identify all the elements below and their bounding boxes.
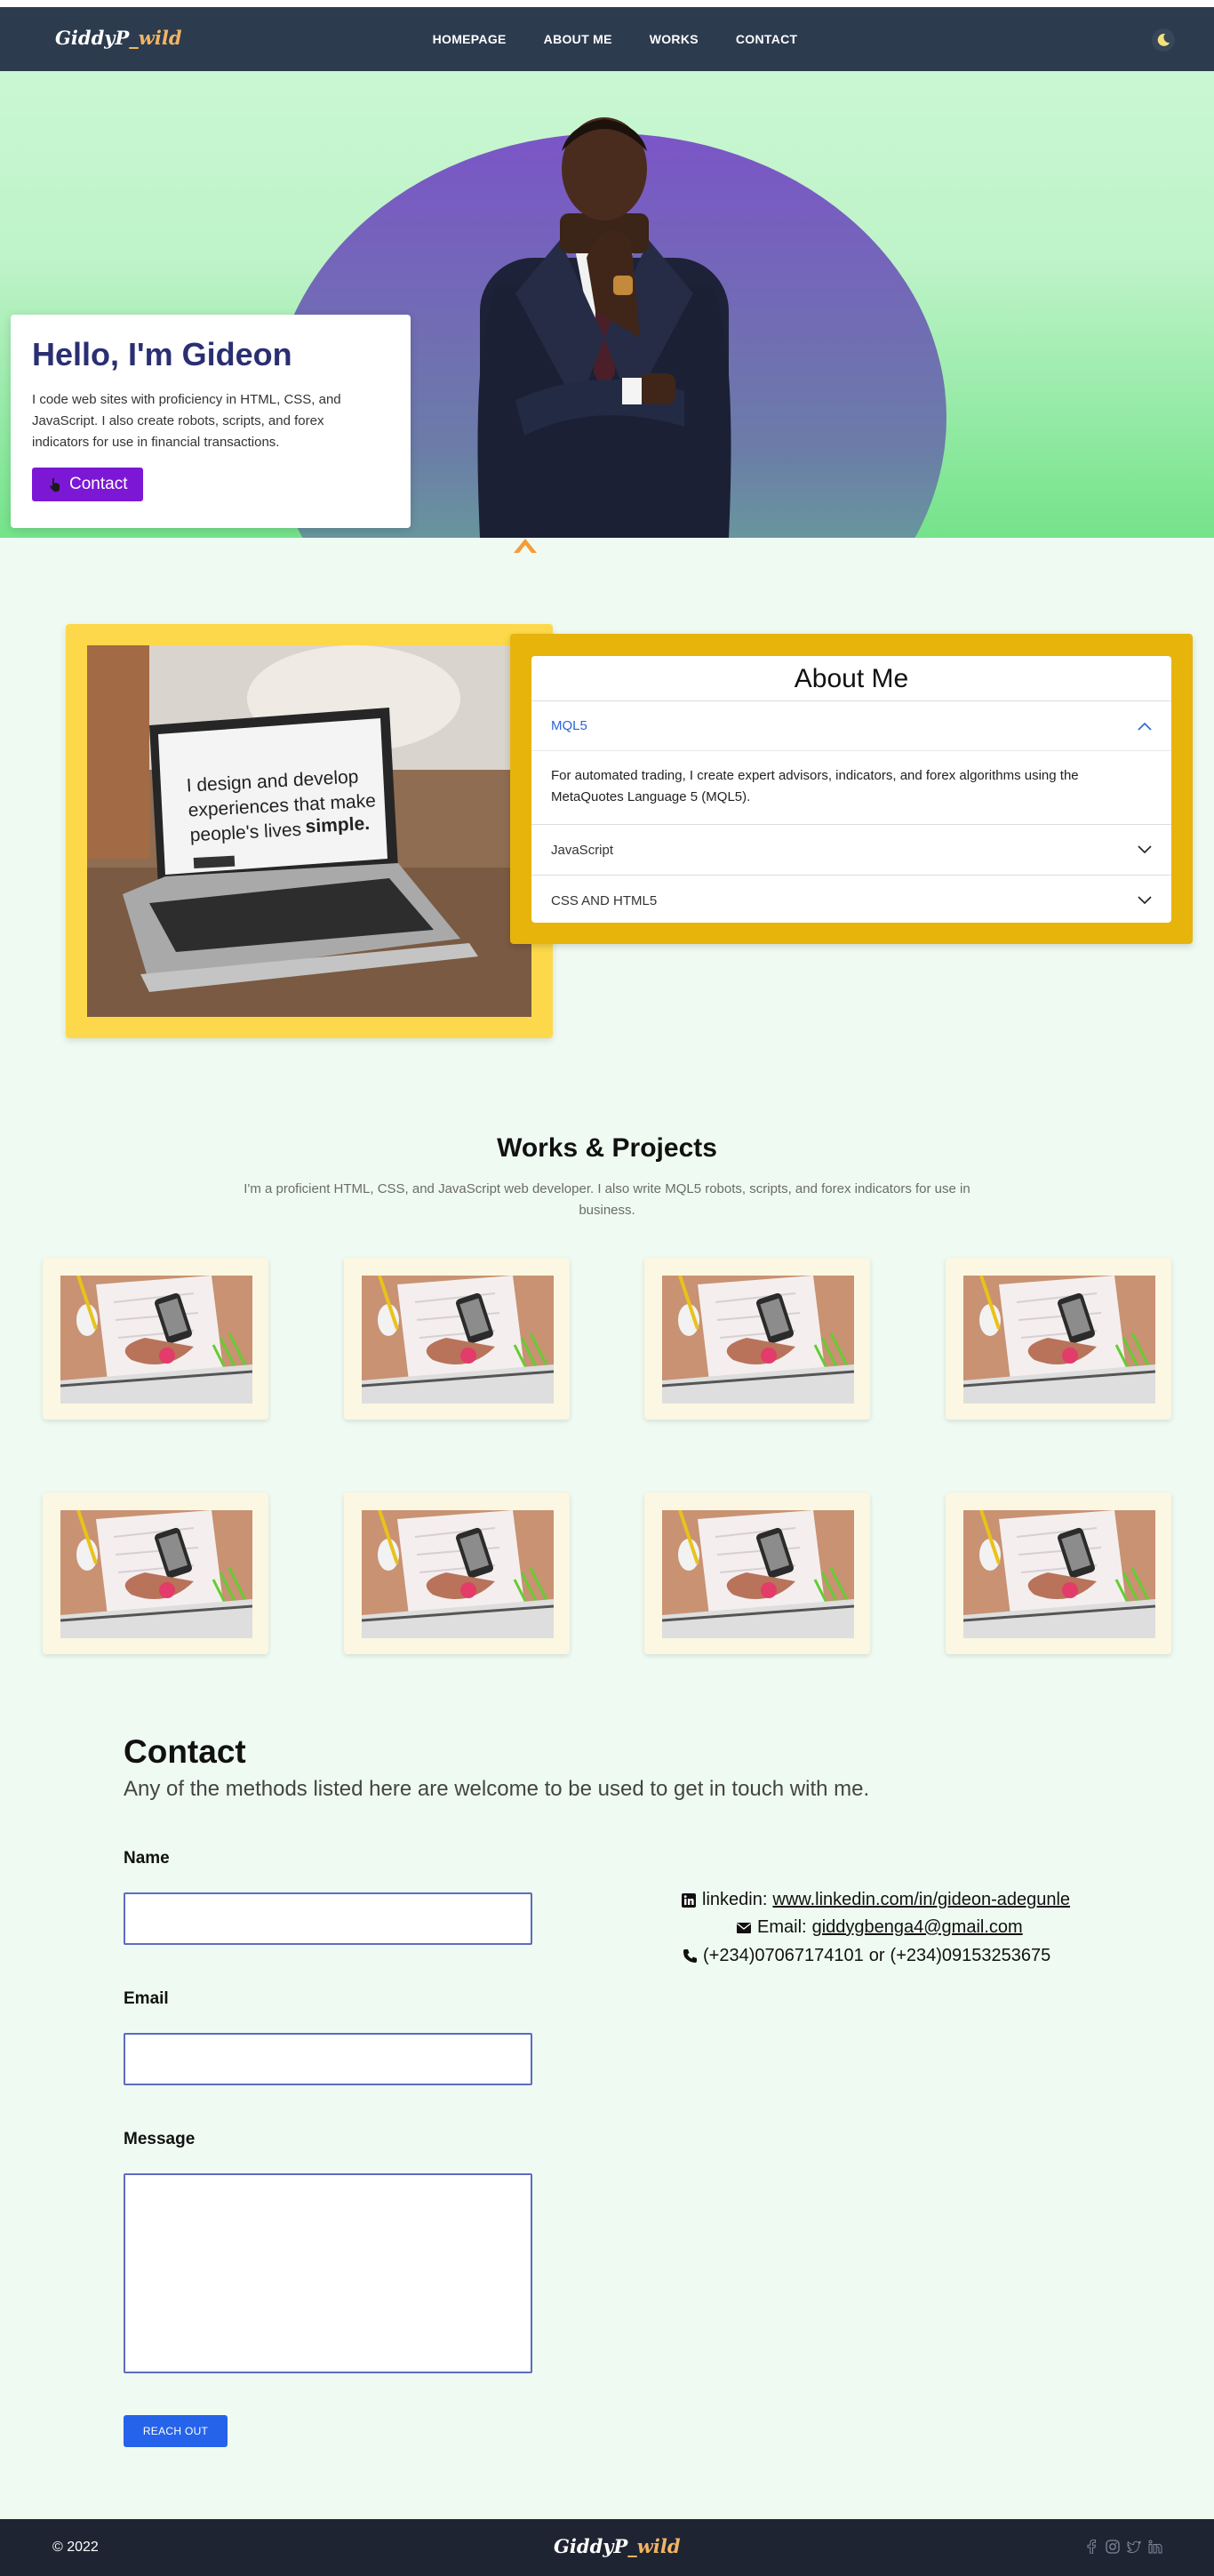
accordion-header-css-html5[interactable]: CSS AND HTML5 [531, 876, 1171, 923]
linkedin-label: linkedin: [702, 1890, 768, 1909]
hero-portrait-image [477, 117, 731, 538]
copyright-text: © 2022 [52, 2540, 99, 2555]
navbar: GiddyP_wild HOMEPAGE ABOUT ME WORKS CONT… [0, 7, 1214, 71]
email-info: Email: giddygbenga4@gmail.com [736, 1917, 1023, 1938]
work-thumbnail-image [362, 1510, 554, 1638]
email-label: Email [124, 1989, 169, 2008]
facebook-icon[interactable] [1084, 2539, 1098, 2555]
work-thumbnail-image [963, 1510, 1155, 1638]
top-strip [0, 0, 1214, 7]
reach-out-button[interactable]: REACH OUT [124, 2415, 228, 2447]
work-thumbnail-image [963, 1276, 1155, 1404]
accordion-item-css-html5: CSS AND HTML5 [531, 875, 1171, 923]
hero-title: Hello, I'm Gideon [32, 336, 292, 372]
chevron-down-icon [1138, 896, 1152, 905]
work-card[interactable] [344, 1258, 570, 1420]
work-card[interactable] [644, 1492, 870, 1654]
about-title: About Me [794, 664, 909, 693]
footer-logo[interactable]: GiddyP_wild [554, 2535, 681, 2557]
about-panel: About Me MQL5 For automated trading, I c… [531, 656, 1171, 923]
chevron-down-icon [1138, 845, 1152, 854]
accordion-label-mql5: MQL5 [551, 718, 587, 733]
work-thumbnail-image [662, 1276, 854, 1404]
nav-link-contact[interactable]: CONTACT [736, 32, 798, 46]
hand-icon [50, 478, 60, 492]
work-card[interactable] [43, 1258, 268, 1420]
message-label: Message [124, 2130, 196, 2148]
work-thumbnail-image [662, 1510, 854, 1638]
hero-section: Hello, I'm Gideon I code web sites with … [0, 71, 1214, 538]
mail-icon [737, 1922, 751, 1933]
linkedin-icon [682, 1892, 696, 1908]
email-input[interactable] [124, 2033, 532, 2085]
footer-logo-text: GiddyP [554, 2535, 628, 2557]
email-text-label: Email: [757, 1917, 807, 1937]
laptop-photo: I design and develop experiences that ma… [87, 645, 531, 1017]
accordion-item-mql5: MQL5 For automated trading, I create exp… [531, 700, 1171, 824]
about-accordion-frame: About Me MQL5 For automated trading, I c… [510, 634, 1193, 944]
email-link[interactable]: giddygbenga4@gmail.com [812, 1917, 1023, 1938]
about-image-frame: I design and develop experiences that ma… [66, 624, 553, 1038]
linkedin-info: linkedin: www.linkedin.com/in/gideon-ade… [681, 1890, 1070, 1910]
linkedin-link[interactable]: www.linkedin.com/in/gideon-adegunle [772, 1890, 1070, 1910]
phone-number-1[interactable]: (+234)07067174101 [703, 1946, 864, 1966]
work-thumbnail-image [60, 1510, 252, 1638]
accordion-label-css-html5: CSS AND HTML5 [551, 892, 658, 908]
name-input[interactable] [124, 1892, 532, 1945]
linkedin-footer-icon[interactable] [1148, 2539, 1162, 2555]
work-card[interactable] [43, 1492, 268, 1654]
contact-subtitle: Any of the methods listed here are welco… [124, 1777, 870, 1801]
hero-description: I code web sites with proficiency in HTM… [32, 392, 341, 450]
works-subtitle: I'm a proficient HTML, CSS, and JavaScri… [244, 1181, 970, 1218]
contact-title: Contact [124, 1733, 246, 1770]
hero-contact-label: Contact [69, 475, 128, 493]
nav-links: HOMEPAGE ABOUT ME WORKS CONTACT [0, 7, 1214, 71]
accordion-item-javascript: JavaScript [531, 824, 1171, 875]
accordion-header-javascript[interactable]: JavaScript [531, 825, 1171, 875]
phone-number-2[interactable]: (+234)09153253675 [891, 1946, 1051, 1966]
hero-intro-card: Hello, I'm Gideon I code web sites with … [11, 315, 411, 528]
accordion-body-mql5: For automated trading, I create expert a… [551, 768, 1079, 804]
name-label: Name [124, 1849, 170, 1868]
work-thumbnail-image [362, 1276, 554, 1404]
phone-icon [683, 1949, 697, 1963]
work-card[interactable] [946, 1492, 1171, 1654]
nav-link-works[interactable]: WORKS [650, 32, 699, 46]
moon-icon [1157, 33, 1170, 46]
social-links [1084, 2539, 1162, 2555]
phone-separator: or [868, 1946, 885, 1965]
laptop-screen-line-3b: simple. [305, 813, 370, 837]
work-card[interactable] [644, 1258, 870, 1420]
nav-link-about-me[interactable]: ABOUT ME [544, 32, 612, 46]
phone-info: (+234)07067174101 or (+234)09153253675 [683, 1946, 1050, 1966]
twitter-icon[interactable] [1127, 2539, 1141, 2555]
chevron-up-icon [1138, 722, 1152, 731]
hero-contact-button[interactable]: Contact [32, 468, 144, 501]
accordion-label-javascript: JavaScript [551, 842, 614, 858]
accordion-header-mql5[interactable]: MQL5 [531, 701, 1171, 751]
instagram-icon[interactable] [1106, 2539, 1120, 2555]
decorative-mark [514, 539, 537, 553]
theme-toggle-button[interactable] [1152, 28, 1175, 52]
footer-logo-accent: _wild [627, 2535, 681, 2557]
footer: © 2022 GiddyP_wild [0, 2519, 1214, 2576]
work-card[interactable] [344, 1492, 570, 1654]
message-textarea[interactable] [124, 2173, 532, 2373]
nav-link-homepage[interactable]: HOMEPAGE [433, 32, 507, 46]
work-thumbnail-image [60, 1276, 252, 1404]
work-card[interactable] [946, 1258, 1171, 1420]
works-title: Works & Projects [497, 1133, 717, 1163]
